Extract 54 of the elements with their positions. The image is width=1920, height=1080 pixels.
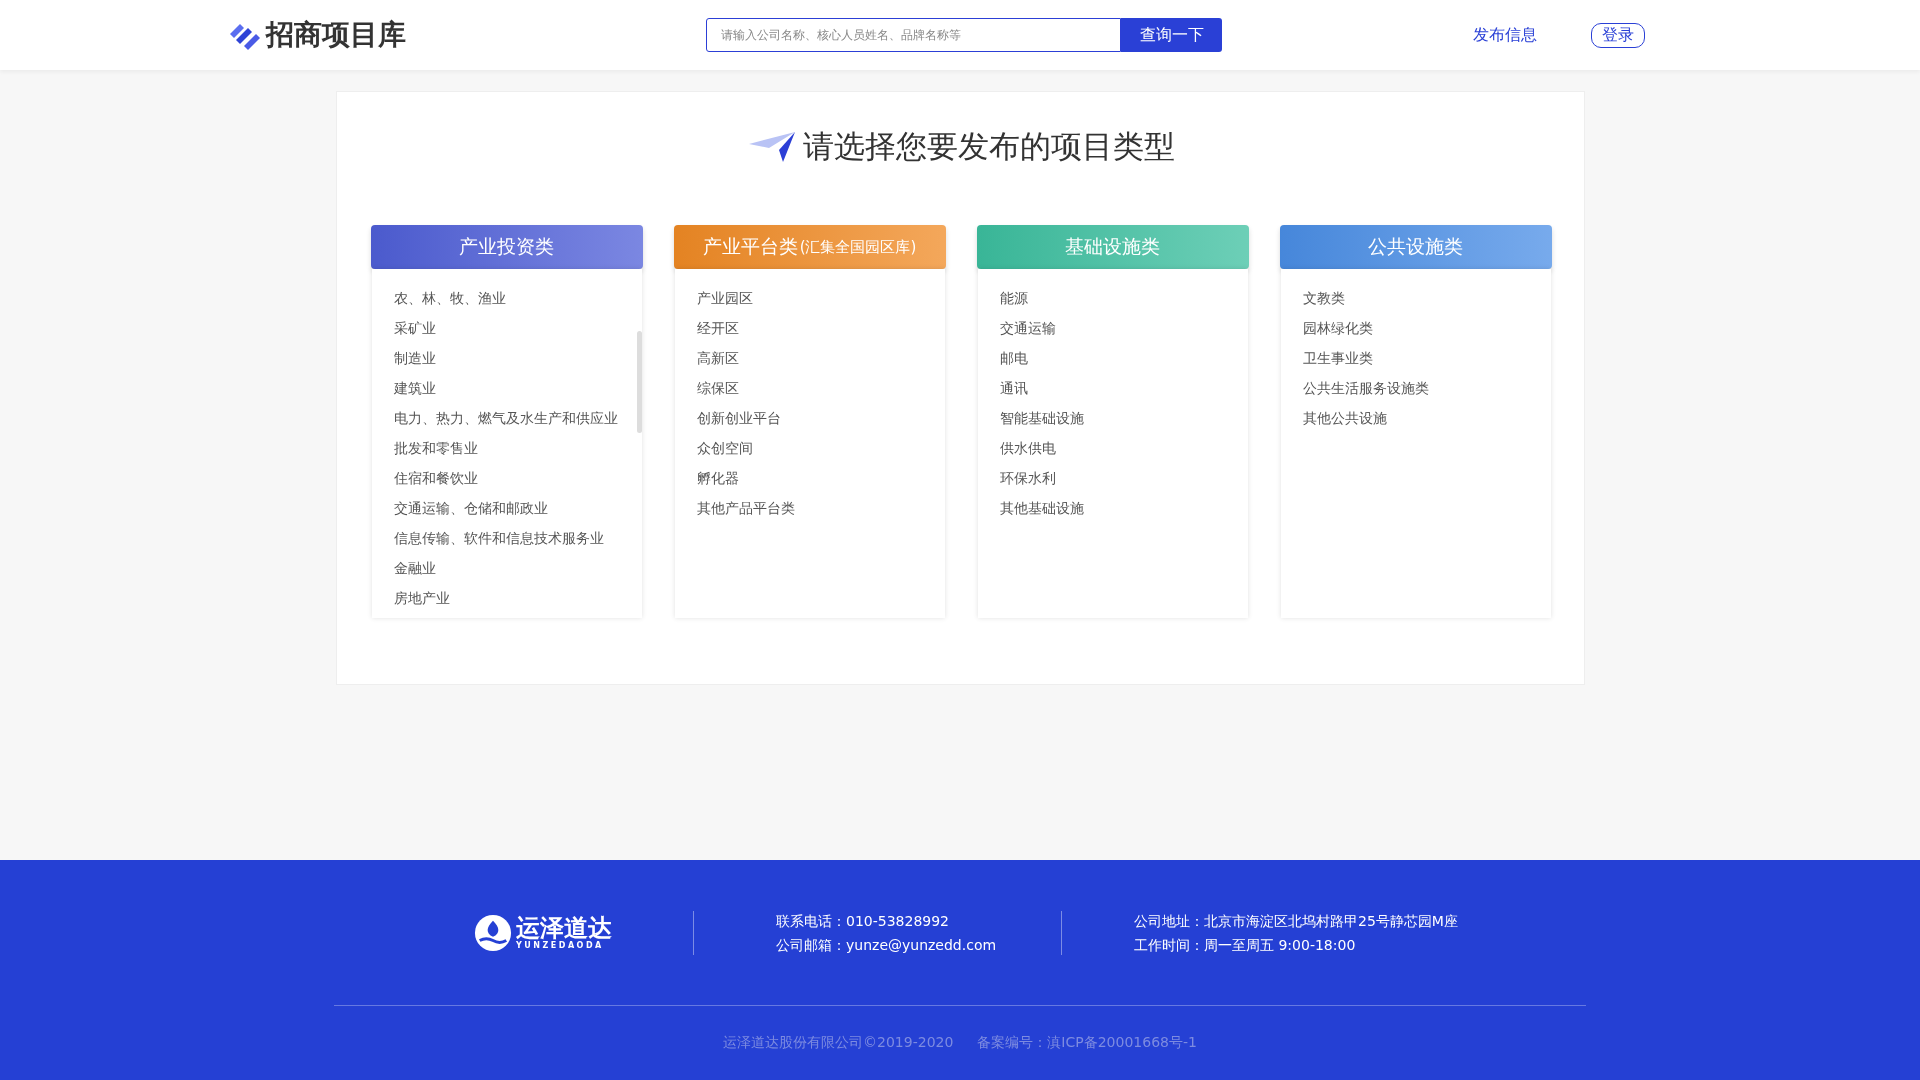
search-field[interactable]: 请输入公司名称、核心人员姓名、品牌名称等 [706, 18, 1121, 52]
category-option[interactable]: 能源 [999, 283, 1226, 313]
brand-name: 运泽道达 [516, 915, 612, 941]
category-note: (汇集全国园区库) [799, 237, 917, 257]
category-option[interactable]: 产业园区 [696, 283, 923, 313]
category-option[interactable]: 智能基础设施 [999, 403, 1226, 433]
category-title: 产业平台类 [702, 234, 798, 259]
category-title: 产业投资类 [459, 234, 554, 259]
category-option[interactable]: 农、林、牧、渔业 [393, 283, 620, 313]
brand-latin-name: YUNZEDAODA [516, 941, 605, 950]
category-title: 公共设施类 [1368, 234, 1463, 259]
contact-info-text: 公司邮箱：yunze@yunzedd.com [776, 935, 998, 955]
category-option[interactable]: 环保水利 [999, 463, 1226, 493]
contact-info-text: 公司地址：北京市海淀区北坞村路甲25号静芯园M座 [1134, 911, 1458, 931]
scrollbar-thumb[interactable] [636, 331, 642, 433]
contact-info-text: 工作时间：周一至周五 9:00-18:00 [1134, 935, 1357, 955]
category-option[interactable]: 众创空间 [696, 433, 923, 463]
category-option[interactable]: 采矿业 [393, 313, 620, 343]
page-heading: 请选择您要发布的项目类型 [803, 127, 1175, 166]
category-option[interactable]: 交通运输、仓储和邮政业 [393, 493, 620, 523]
search-button[interactable]: 查询一下 [1121, 18, 1222, 52]
category-option[interactable]: 其他产品平台类 [696, 493, 923, 523]
category-option[interactable]: 电力、热力、燃气及水生产和供应业 [393, 403, 620, 433]
category-option[interactable]: 公共生活服务设施类 [1302, 373, 1529, 403]
contact-info-text: 联系电话：010-53828992 [776, 911, 951, 931]
category-option[interactable]: 建筑业 [393, 373, 620, 403]
publish-link[interactable]: 发布信息 [1473, 24, 1537, 46]
paper-plane-icon [749, 132, 795, 162]
category-option[interactable]: 批发和零售业 [393, 433, 620, 463]
category-option[interactable]: 制造业 [393, 343, 620, 373]
category-option[interactable]: 高新区 [696, 343, 923, 373]
icp-record-text: 备案编号：滇ICP备20001668号-1 [977, 1034, 1197, 1052]
category-option[interactable]: 房地产业 [393, 583, 620, 613]
category-option[interactable]: 其他公共设施 [1302, 403, 1529, 433]
category-option[interactable]: 通讯 [999, 373, 1226, 403]
login-button[interactable]: 登录 [1591, 22, 1645, 48]
drop-wave-logo-icon [474, 913, 512, 952]
category-option[interactable]: 金融业 [393, 553, 620, 583]
category-option[interactable]: 信息传输、软件和信息技术服务业 [393, 523, 620, 553]
category-option[interactable]: 卫生事业类 [1302, 343, 1529, 373]
copyright-text: 运泽道达股份有限公司©2019-2020 [723, 1034, 954, 1052]
category-option[interactable]: 住宿和餐饮业 [393, 463, 620, 493]
category-option[interactable]: 园林绿化类 [1302, 313, 1529, 343]
category-option[interactable]: 供水供电 [999, 433, 1226, 463]
category-option[interactable]: 综保区 [696, 373, 923, 403]
category-option[interactable]: 邮电 [999, 343, 1226, 373]
category-option[interactable]: 孵化器 [696, 463, 923, 493]
category-option[interactable]: 文教类 [1302, 283, 1529, 313]
category-option[interactable]: 经开区 [696, 313, 923, 343]
category-option[interactable]: 创新创业平台 [696, 403, 923, 433]
category-option[interactable]: 其他基础设施 [999, 493, 1226, 523]
category-option[interactable]: 交通运输 [999, 313, 1226, 343]
category-title: 基础设施类 [1065, 234, 1160, 259]
site-title: 招商项目库 [266, 17, 406, 53]
